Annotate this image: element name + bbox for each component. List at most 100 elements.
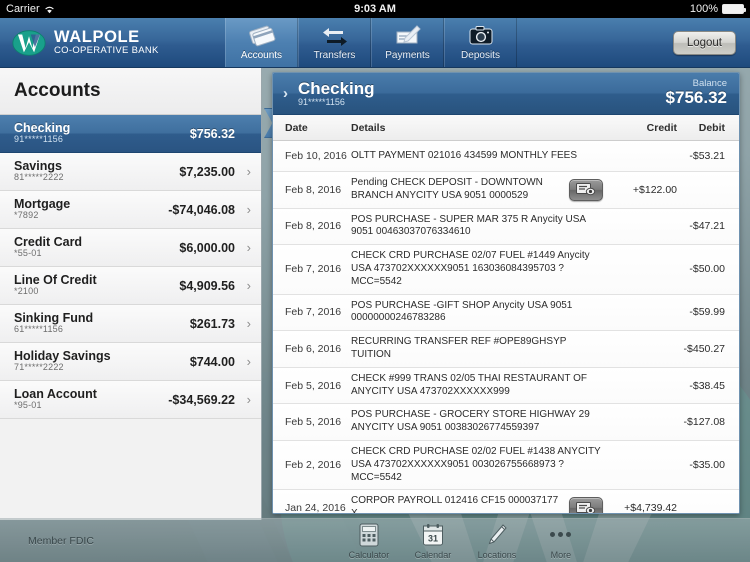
transaction-details: Pending CHECK DEPOSIT - DOWNTOWN BRANCH … <box>351 177 543 201</box>
chevron-right-icon[interactable]: › <box>283 85 288 102</box>
transaction-date: Feb 5, 2016 <box>285 379 342 392</box>
account-name: Sinking Fund <box>14 310 94 325</box>
transaction-row[interactable]: Feb 5, 2016 CHECK #999 TRANS 02/05 THAI R… <box>273 367 739 405</box>
chevron-right-icon: › <box>246 354 251 369</box>
chevron-right-icon: › <box>246 240 251 255</box>
nav-tab-transfers-label: Transfers <box>313 50 356 61</box>
account-number: 61*****1156 <box>14 324 64 335</box>
transaction-debit: -$50.00 <box>689 263 725 276</box>
app-root: Carrier 9:03 AM 100% WALPOLE CO-OPERATIV… <box>0 0 750 562</box>
transaction-details: RECURRING TRANSFER REF #OPE89GHSYP TUITI… <box>351 336 567 360</box>
account-name: Savings <box>14 158 62 173</box>
transaction-details: CORPOR PAYROLL 012416 CF15 000037177 X <box>351 495 559 513</box>
chevron-right-icon: › <box>246 278 251 293</box>
account-balance: $4,909.56 <box>179 278 235 293</box>
transaction-row[interactable]: Feb 10, 2016 OLTT PAYMENT 021016 434599 M… <box>273 141 739 172</box>
transaction-row[interactable]: Feb 5, 2016 POS PURCHASE - GROCERY STORE … <box>273 404 739 441</box>
brand-logo-area: WALPOLE CO-OPERATIVE BANK <box>0 18 225 67</box>
account-number: *2100 <box>14 286 39 297</box>
detail-account-number: 91*****1156 <box>298 96 345 107</box>
column-header-details: Details <box>351 121 386 134</box>
transaction-debit: -$59.99 <box>689 306 725 319</box>
transaction-debit: -$127.08 <box>683 416 725 429</box>
detail-header: › Checking 91*****1156 Balance $756.32 <box>273 73 739 115</box>
check-image-icon <box>576 501 596 513</box>
transactions-list[interactable]: Feb 10, 2016 OLTT PAYMENT 021016 434599 M… <box>273 141 739 513</box>
sidebar-account-row[interactable]: Savings 81*****2222 $7,235.00 › <box>0 153 261 191</box>
sidebar-account-row[interactable]: Line Of Credit *2100 $4,909.56 › <box>0 267 261 305</box>
account-balance: $756.32 <box>189 126 235 141</box>
account-balance: $261.73 <box>189 316 235 331</box>
column-header-credit: Credit <box>646 121 677 134</box>
transaction-row[interactable]: Feb 8, 2016 POS PURCHASE - SUPER MAR 375 … <box>273 208 739 246</box>
transaction-debit: -$47.21 <box>689 220 725 233</box>
sidebar-account-row[interactable]: Sinking Fund 61*****1156 $261.73 › <box>0 305 261 343</box>
transaction-date: Feb 5, 2016 <box>285 416 342 429</box>
sidebar-account-row[interactable]: Holiday Savings 71*****2222 $744.00 › <box>0 343 261 381</box>
status-bar: Carrier 9:03 AM 100% <box>0 0 750 18</box>
transfer-arrows-icon <box>322 28 347 46</box>
sidebar-account-row[interactable]: Checking91*****1156$756.32› <box>0 115 261 153</box>
accounts-list: Checking91*****1156$756.32›Savings81****… <box>0 115 261 419</box>
transaction-details: POS PURCHASE -GIFT SHOP Anycity USA 9051… <box>351 299 573 324</box>
top-navigation-bar: WALPOLE CO-OPERATIVE BANK Accounts Trans… <box>0 18 750 68</box>
transaction-row[interactable]: Feb 2, 2016 CHECK CRD PURCHASE 02/02 FUEL… <box>273 440 739 491</box>
transaction-row[interactable]: Feb 7, 2016 CHECK CRD PURCHASE 02/07 FUEL… <box>273 245 739 295</box>
transaction-row[interactable]: Feb 8, 2016 Pending CHECK DEPOSIT - DOWNT… <box>273 172 739 209</box>
battery-icon <box>722 4 746 14</box>
footer-tool-more[interactable]: More <box>536 522 586 560</box>
transaction-details: CHECK CRD PURCHASE 02/07 FUEL #1449 Anyc… <box>351 250 590 287</box>
nav-tab-payments-label: Payments <box>385 50 430 61</box>
chevron-right-icon: › <box>246 392 251 407</box>
logout-button[interactable]: Logout <box>672 30 736 55</box>
column-header-debit: Debit <box>698 121 725 134</box>
nav-tab-deposits-label: Deposits <box>461 50 500 61</box>
footer-tool-calendar-label: Calendar <box>414 549 452 560</box>
check-pen-icon <box>396 25 421 44</box>
footer-toolbar: Member FDIC Calculator 31 Calendar Locat… <box>0 518 750 562</box>
transaction-row[interactable]: Jan 24, 2016 CORPOR PAYROLL 012416 CF15 0… <box>273 490 739 513</box>
nav-tab-payments[interactable]: Payments <box>371 18 444 67</box>
check-image-button[interactable] <box>569 178 603 201</box>
walpole-w-logo-icon <box>12 29 46 56</box>
calendar-icon: 31 <box>422 523 443 545</box>
chevron-right-icon: › <box>246 202 251 217</box>
account-name: Checking <box>14 120 71 135</box>
transaction-row[interactable]: Feb 7, 2016 POS PURCHASE -GIFT SHOP Anyci… <box>273 294 739 332</box>
transaction-date: Feb 6, 2016 <box>285 342 342 355</box>
sidebar-account-row[interactable]: Credit Card *55-01 $6,000.00 › <box>0 229 261 267</box>
transaction-debit: -$53.21 <box>689 150 725 162</box>
footer-tool-locations[interactable]: Locations <box>472 522 522 560</box>
account-name: Credit Card <box>14 234 83 249</box>
account-name: Loan Account <box>14 386 97 401</box>
status-bar-time: 9:03 AM <box>354 3 396 15</box>
transaction-date: Feb 7, 2016 <box>285 263 342 276</box>
transaction-date: Feb 10, 2016 <box>285 150 347 162</box>
nav-tab-transfers[interactable]: Transfers <box>298 18 371 67</box>
account-balance: $744.00 <box>189 354 235 369</box>
fdic-label: Member FDIC <box>28 534 94 547</box>
chevron-right-icon: › <box>246 164 251 179</box>
transaction-date: Feb 8, 2016 <box>285 183 342 196</box>
pin-pencil-icon <box>488 523 507 544</box>
transaction-credit: +$4,739.42 <box>624 502 677 513</box>
transaction-debit: -$38.45 <box>689 379 725 392</box>
transaction-row[interactable]: Feb 6, 2016 RECURRING TRANSFER REF #OPE89… <box>273 331 739 368</box>
transaction-details: POS PURCHASE - GROCERY STORE HIGHWAY 29 … <box>351 409 590 434</box>
svg-text:31: 31 <box>428 533 438 543</box>
sidebar-account-row[interactable]: Loan Account *95-01 -$34,569.22 › <box>0 381 261 419</box>
transaction-details: POS PURCHASE - SUPER MAR 375 R Anycity U… <box>351 213 586 238</box>
nav-tab-accounts-label: Accounts <box>240 50 283 61</box>
footer-tool-calculator[interactable]: Calculator <box>344 522 394 560</box>
check-image-button[interactable] <box>569 497 603 513</box>
nav-tab-deposits[interactable]: Deposits <box>444 18 517 67</box>
account-name: Holiday Savings <box>14 348 111 363</box>
balance-value: $756.32 <box>665 88 727 108</box>
transaction-date: Feb 8, 2016 <box>285 220 342 233</box>
sidebar-header: Accounts <box>0 68 261 115</box>
footer-tool-calendar[interactable]: 31 Calendar <box>408 522 458 560</box>
sidebar-account-row[interactable]: Mortgage *7892 -$74,046.08 › <box>0 191 261 229</box>
transaction-details: CHECK #999 TRANS 02/05 THAI RESTAURANT O… <box>351 372 588 397</box>
nav-tab-accounts[interactable]: Accounts <box>225 18 298 67</box>
